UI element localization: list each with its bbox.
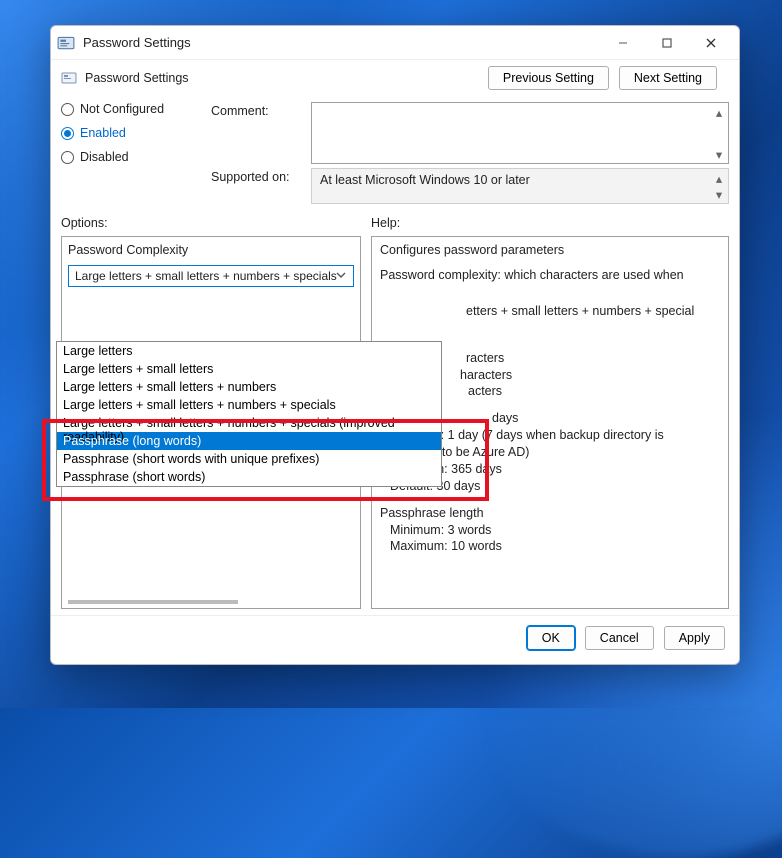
- scroll-down-icon: ▾: [712, 187, 726, 201]
- radio-icon: [61, 103, 74, 116]
- help-text: days: [492, 411, 518, 425]
- scroll-up-icon[interactable]: ▴: [712, 105, 726, 119]
- dropdown-item[interactable]: Large letters: [57, 342, 441, 360]
- horizontal-scrollbar[interactable]: [68, 600, 238, 604]
- options-label: Options:: [61, 216, 361, 230]
- help-text: racters: [466, 351, 504, 365]
- window-title: Password Settings: [83, 35, 601, 50]
- policy-name: Password Settings: [85, 71, 189, 85]
- dropdown-item[interactable]: Large letters + small letters + numbers …: [57, 414, 441, 432]
- dropdown-item[interactable]: Passphrase (short words with unique pref…: [57, 450, 441, 468]
- dialog-footer: OK Cancel Apply: [51, 615, 739, 664]
- dropdown-item[interactable]: Large letters + small letters: [57, 360, 441, 378]
- supported-on-text: At least Microsoft Windows 10 or later: [320, 173, 530, 187]
- next-setting-button[interactable]: Next Setting: [619, 66, 717, 90]
- help-text: Passphrase length: [380, 506, 484, 520]
- nav-buttons: Previous Setting Next Setting: [488, 66, 729, 90]
- password-complexity-label: Password Complexity: [62, 237, 360, 265]
- policy-icon: [61, 70, 77, 86]
- maximize-button[interactable]: [645, 28, 689, 58]
- combo-selected-value: Large letters + small letters + numbers …: [75, 269, 337, 283]
- supported-on-label: Supported on:: [211, 168, 301, 184]
- help-text: Maximum: 10 words: [390, 539, 502, 553]
- help-text: etters + small letters + numbers + speci…: [466, 304, 694, 318]
- app-icon: [57, 34, 75, 52]
- help-text: haracters: [460, 368, 512, 382]
- apply-button[interactable]: Apply: [664, 626, 725, 650]
- password-complexity-dropdown[interactable]: Large letters Large letters + small lett…: [56, 341, 442, 487]
- close-button[interactable]: [689, 28, 733, 58]
- radio-label: Not Configured: [80, 102, 164, 116]
- dropdown-item[interactable]: Large letters + small letters + numbers: [57, 378, 441, 396]
- help-header: Configures password parameters: [380, 243, 720, 257]
- radio-label: Disabled: [80, 150, 129, 164]
- scroll-up-icon: ▴: [712, 171, 726, 185]
- radio-label: Enabled: [80, 126, 126, 140]
- radio-not-configured[interactable]: Not Configured: [61, 102, 201, 116]
- comment-textarea[interactable]: ▴ ▾: [311, 102, 729, 164]
- help-text: Minimum: 3 words: [390, 523, 491, 537]
- minimize-button[interactable]: [601, 28, 645, 58]
- comment-label: Comment:: [211, 102, 301, 118]
- titlebar: Password Settings: [51, 26, 739, 60]
- ok-button[interactable]: OK: [527, 626, 575, 650]
- help-text: Password complexity: which characters ar…: [380, 268, 684, 282]
- previous-setting-button[interactable]: Previous Setting: [488, 66, 609, 90]
- dropdown-item[interactable]: Passphrase (short words): [57, 468, 441, 486]
- help-text: acters: [468, 384, 502, 398]
- window-controls: [601, 28, 733, 58]
- radio-icon: [61, 151, 74, 164]
- cancel-button[interactable]: Cancel: [585, 626, 654, 650]
- state-radio-group: Not Configured Enabled Disabled: [61, 102, 201, 164]
- radio-enabled[interactable]: Enabled: [61, 126, 201, 140]
- dropdown-item[interactable]: Large letters + small letters + numbers …: [57, 396, 441, 414]
- scroll-down-icon[interactable]: ▾: [712, 147, 726, 161]
- help-label: Help:: [371, 216, 729, 230]
- supported-on-box: At least Microsoft Windows 10 or later ▴…: [311, 168, 729, 204]
- dropdown-item-selected[interactable]: Passphrase (long words): [57, 432, 441, 450]
- chevron-down-icon: [335, 269, 349, 283]
- radio-disabled[interactable]: Disabled: [61, 150, 201, 164]
- password-complexity-combo[interactable]: Large letters + small letters + numbers …: [68, 265, 354, 287]
- subtitle-row: Password Settings Previous Setting Next …: [51, 60, 739, 90]
- radio-icon: [61, 127, 74, 140]
